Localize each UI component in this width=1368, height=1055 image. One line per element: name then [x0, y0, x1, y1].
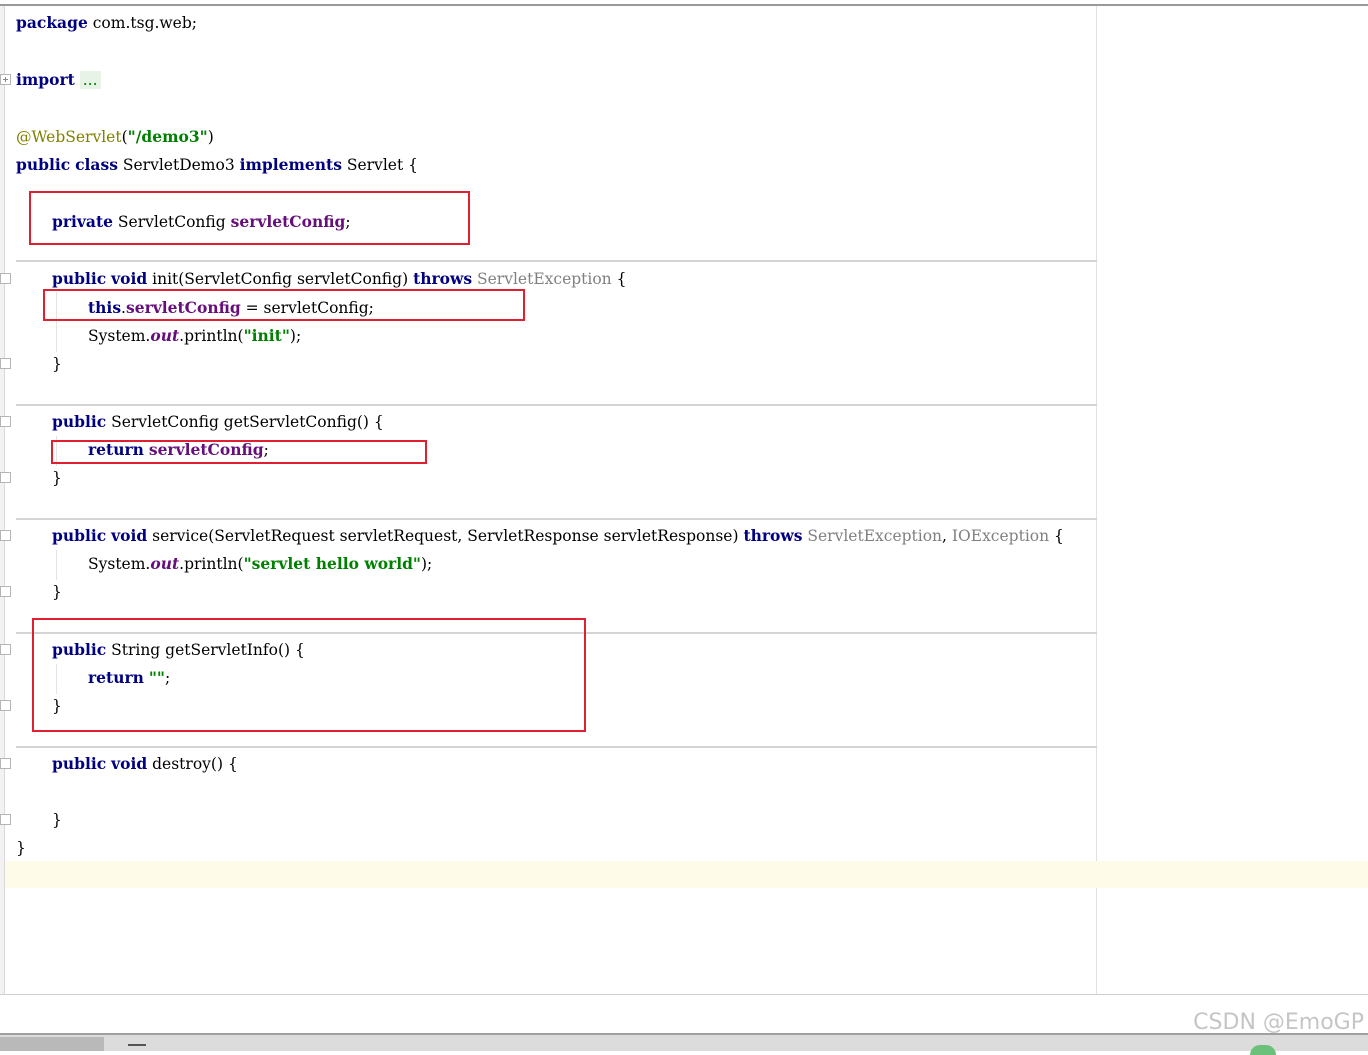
keyword-throws: throws	[413, 269, 473, 288]
exception-type: IOException	[951, 527, 1050, 545]
code-line-close-class[interactable]: }	[16, 834, 26, 862]
method-signature: ServletConfig getServletConfig()	[111, 413, 369, 431]
highlight-box-field	[29, 191, 470, 245]
system-ref: System.	[88, 555, 151, 573]
brace-close: }	[52, 811, 62, 829]
method-separator	[16, 746, 1097, 748]
fold-end-icon[interactable]	[0, 472, 11, 483]
minimize-icon[interactable]	[128, 1044, 146, 1046]
code-line-close-getservletconfig[interactable]: }	[52, 464, 62, 492]
comma: ,	[942, 527, 947, 545]
brace-close: }	[52, 469, 62, 487]
call-close: );	[289, 327, 302, 345]
highlight-box-assign	[43, 289, 525, 321]
class-name: ServletDemo3	[122, 156, 235, 174]
method-separator	[16, 404, 1097, 406]
editor-gutter	[0, 6, 5, 994]
annotation-webservlet: @WebServlet	[16, 128, 122, 146]
keyword-implements: implements	[239, 155, 342, 174]
current-line-highlight	[5, 861, 1368, 888]
brace-open: {	[1054, 527, 1064, 545]
fold-collapse-icon[interactable]	[0, 758, 11, 769]
exception-type: ServletException	[477, 270, 612, 288]
keyword-public: public	[52, 526, 107, 545]
brace-close: }	[52, 355, 62, 373]
keyword-public: public	[52, 269, 107, 288]
keyword-public: public	[52, 754, 107, 773]
method-signature: service(ServletRequest servletRequest, S…	[152, 527, 739, 545]
indent-guide	[56, 550, 57, 580]
method-separator	[16, 260, 1097, 262]
interface-name: Servlet	[346, 156, 404, 174]
keyword-void: void	[111, 526, 148, 545]
status-indicator-icon	[1250, 1045, 1276, 1055]
fold-collapse-icon[interactable]	[0, 273, 11, 284]
code-line-println-init[interactable]: System.out.println("init");	[88, 322, 301, 350]
fold-expand-icon[interactable]	[0, 74, 11, 85]
folded-imports[interactable]: ...	[79, 71, 101, 89]
method-separator	[16, 518, 1097, 520]
println-call: .println(	[179, 555, 244, 573]
code-line-import[interactable]: import ...	[16, 66, 101, 94]
brace-open: {	[616, 270, 627, 288]
highlight-box-getservletinfo	[32, 618, 586, 732]
static-out: out	[150, 326, 180, 345]
package-name: com.tsg.web;	[92, 14, 198, 32]
keyword-package: package	[16, 13, 88, 32]
code-line-close-service[interactable]: }	[52, 578, 62, 606]
code-line-package[interactable]: package com.tsg.web;	[16, 9, 197, 37]
annotation-value: "/demo3"	[127, 127, 208, 146]
brace-open: {	[227, 755, 238, 773]
code-line-close-init[interactable]: }	[52, 350, 62, 378]
code-line-annotation[interactable]: @WebServlet("/demo3")	[16, 123, 214, 151]
fold-end-icon[interactable]	[0, 358, 11, 369]
brace-open: {	[408, 156, 418, 174]
println-call: .println(	[179, 327, 244, 345]
fold-end-icon[interactable]	[0, 814, 11, 825]
fold-collapse-icon[interactable]	[0, 530, 11, 541]
fold-collapse-icon[interactable]	[0, 416, 11, 427]
keyword-class: class	[75, 155, 118, 174]
editor-bottom-border	[0, 994, 1368, 995]
method-signature: destroy()	[152, 755, 223, 773]
code-line-destroy-signature[interactable]: public void destroy() {	[52, 750, 238, 778]
keyword-void: void	[111, 754, 148, 773]
watermark: CSDN @EmoGP	[1193, 1010, 1364, 1035]
call-close: );	[421, 555, 433, 573]
editor-top-border	[0, 4, 1368, 6]
code-line-getservletconfig-signature[interactable]: public ServletConfig getServletConfig() …	[52, 408, 384, 436]
keyword-void: void	[111, 269, 148, 288]
system-ref: System.	[88, 327, 151, 345]
status-bar	[0, 1033, 1368, 1055]
highlight-box-return	[51, 440, 427, 464]
exception-type: ServletException	[807, 527, 943, 545]
string-literal: "servlet hello world"	[243, 554, 421, 573]
fold-end-icon[interactable]	[0, 700, 11, 711]
code-line-class-declaration[interactable]: public class ServletDemo3 implements Ser…	[16, 151, 418, 179]
paren-close: )	[207, 128, 214, 146]
fold-collapse-icon[interactable]	[0, 644, 11, 655]
keyword-public: public	[16, 155, 71, 174]
keyword-throws: throws	[743, 526, 803, 545]
brace-close: }	[52, 583, 62, 601]
keyword-public: public	[52, 412, 107, 431]
brace-open: {	[373, 413, 384, 431]
method-signature: init(ServletConfig servletConfig)	[152, 270, 409, 288]
code-line-println-hello[interactable]: System.out.println("servlet hello world"…	[88, 550, 432, 578]
code-line-service-signature[interactable]: public void service(ServletRequest servl…	[52, 522, 1064, 550]
brace-close: }	[16, 839, 26, 857]
right-margin-guide	[1096, 6, 1097, 994]
code-line-close-destroy[interactable]: }	[52, 806, 62, 834]
keyword-import: import	[16, 70, 75, 89]
static-out: out	[150, 554, 180, 573]
string-literal: "init"	[243, 326, 290, 345]
fold-end-icon[interactable]	[0, 586, 11, 597]
